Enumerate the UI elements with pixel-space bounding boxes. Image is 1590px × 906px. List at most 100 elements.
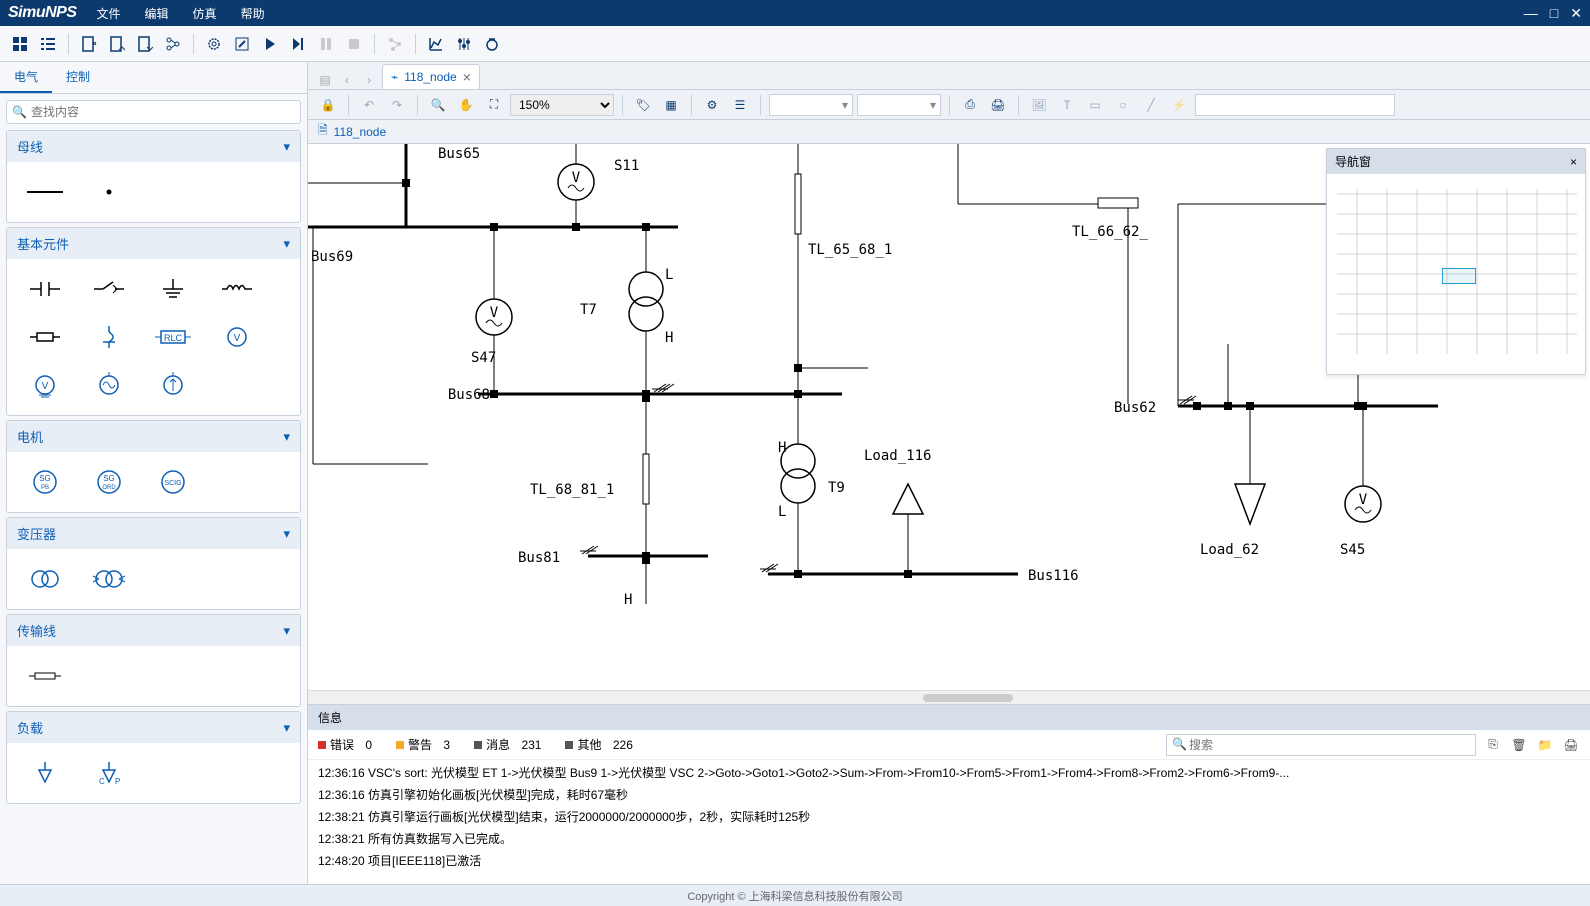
export-icon[interactable]: ⎙ [958,93,982,117]
copy-icon[interactable]: ⎘ [1484,736,1502,754]
palette-header-load[interactable]: 负载▾ [7,712,300,743]
navigator-title: 导航窗 [1335,153,1371,170]
load-component[interactable] [15,751,75,795]
navigator-minimap[interactable] [1327,174,1585,374]
sg-pb-component[interactable]: SGPB [15,460,75,504]
layers-icon[interactable]: ☰ [728,93,752,117]
edit-icon[interactable] [230,32,254,56]
sliders-icon[interactable] [452,32,476,56]
filter-other[interactable]: 其他 226 [565,736,632,753]
capacitor-component[interactable] [15,267,75,311]
menu-help[interactable]: 帮助 [241,5,265,22]
tab-118-node[interactable]: ⌁ 118_node × [382,64,480,89]
transformer-2w-component[interactable] [15,557,75,601]
palette-header-transmission[interactable]: 传输线▾ [7,615,300,646]
sidebar-tab-electrical[interactable]: 电气 [0,62,52,93]
page-down-icon[interactable] [105,32,129,56]
tab-home-icon[interactable]: ▤ [316,71,334,89]
svg-text:RLC: RLC [164,333,183,343]
fit-icon[interactable]: ⛶ [482,93,506,117]
print-icon[interactable]: 🖨 [1562,736,1580,754]
play-icon[interactable] [258,32,282,56]
grid-toggle-icon[interactable]: ▦ [659,93,683,117]
text-icon[interactable]: T [1055,93,1079,117]
cvp-load-component[interactable]: CP [79,751,139,795]
scig-component[interactable]: SCIG [143,460,203,504]
bus-node-component[interactable] [79,170,139,214]
canvas-toolbar: 🔒 ↶ ↷ 🔍 ✋ ⛶ 150% 🏷 ▦ ⚙ ☰ ▾ ▾ ⎙ 🖨 🖼 T ▭ [308,90,1590,120]
print-icon[interactable]: 🖨 [986,93,1010,117]
inductor-component[interactable] [207,267,267,311]
resistor-component[interactable] [15,315,75,359]
palette-header-basic[interactable]: 基本元件▾ [7,228,300,259]
rect-icon[interactable]: ▭ [1083,93,1107,117]
list-icon[interactable] [36,32,60,56]
ground-component[interactable] [143,267,203,311]
ideal-switch-component[interactable] [79,315,139,359]
page-new-icon[interactable] [77,32,101,56]
close-icon[interactable]: × [1570,155,1577,169]
folder-icon[interactable]: 📁 [1536,736,1554,754]
undo-icon[interactable]: ↶ [357,93,381,117]
settings-tree-icon[interactable] [161,32,185,56]
palette-header-transformer[interactable]: 变压器▾ [7,518,300,549]
sg-ord-component[interactable]: SGORD [79,460,139,504]
transmission-line-component[interactable] [15,654,75,698]
canvas-scrollbar-h[interactable] [308,690,1590,704]
lock-icon[interactable]: 🔒 [316,93,340,117]
bus-line-component[interactable] [15,170,75,214]
menu-edit[interactable]: 编辑 [145,5,169,22]
rlc-component[interactable]: RLC [143,315,203,359]
zoom-select[interactable]: 150% [510,94,614,116]
tab-next-icon[interactable]: › [360,71,378,89]
line-icon[interactable]: ╱ [1139,93,1163,117]
transformer-3w-component[interactable] [79,557,139,601]
breadcrumb-path[interactable]: 118_node [334,125,387,139]
sidebar-tab-control[interactable]: 控制 [52,62,104,93]
filter-warning[interactable]: 警告 3 [396,736,450,753]
lightning-icon[interactable]: ⚡ [1167,93,1191,117]
palette-header-machine[interactable]: 电机▾ [7,421,300,452]
tab-prev-icon[interactable]: ‹ [338,71,356,89]
switch-component[interactable] [79,267,139,311]
scope-icon[interactable] [480,32,504,56]
navigator-panel[interactable]: 导航窗 × [1326,148,1586,375]
info-search-input[interactable] [1166,734,1476,756]
ac-source-component[interactable] [79,363,139,407]
close-icon[interactable]: × [463,69,471,85]
canvas[interactable]: Bus65 Bus69 V S11 V [308,144,1590,690]
gear-icon[interactable] [202,32,226,56]
voltmeter-component[interactable]: V [207,315,267,359]
layer-select-1[interactable]: ▾ [769,94,853,116]
stop-icon[interactable] [342,32,366,56]
grid-icon[interactable] [8,32,32,56]
palette-header-bus[interactable]: 母线▾ [7,131,300,162]
filter-message[interactable]: 消息 231 [474,736,541,753]
redo-icon[interactable]: ↷ [385,93,409,117]
filter-error[interactable]: 错误 0 [318,736,372,753]
svg-text:T9: T9 [828,480,845,496]
current-source-component[interactable] [143,363,203,407]
layer-select-2[interactable]: ▾ [857,94,941,116]
minimize-button[interactable]: — [1524,5,1538,22]
chart-icon[interactable] [424,32,448,56]
pause-icon[interactable] [314,32,338,56]
circle-icon[interactable]: ○ [1111,93,1135,117]
menu-file[interactable]: 文件 [97,5,121,22]
info-messages[interactable]: 12:36:16 VSC's sort: 光伏模型 ET 1->光伏模型 Bus… [308,760,1590,884]
voltage-source-component[interactable]: V [15,363,75,407]
graph-icon[interactable] [383,32,407,56]
step-icon[interactable] [286,32,310,56]
tag-icon[interactable]: 🏷 [631,93,655,117]
pan-icon[interactable]: ✋ [454,93,478,117]
canvas-search-input[interactable] [1195,94,1395,116]
page-up-icon[interactable] [133,32,157,56]
close-button[interactable]: ✕ [1570,5,1582,22]
menu-sim[interactable]: 仿真 [193,5,217,22]
image-icon[interactable]: 🖼 [1027,93,1051,117]
delete-icon[interactable]: 🗑 [1510,736,1528,754]
zoom-icon[interactable]: 🔍 [426,93,450,117]
maximize-button[interactable]: □ [1550,5,1558,22]
settings-icon[interactable]: ⚙ [700,93,724,117]
component-search-input[interactable] [6,100,301,124]
